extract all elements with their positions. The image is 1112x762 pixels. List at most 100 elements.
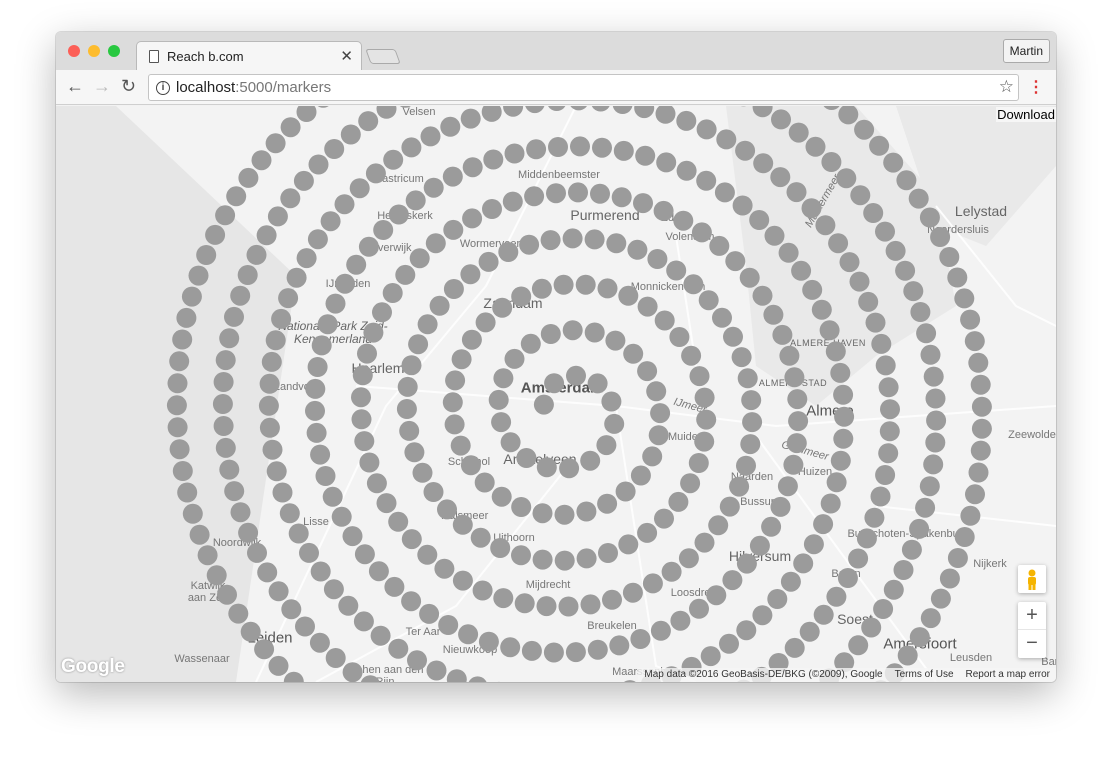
map-marker[interactable] [580, 594, 601, 615]
map-marker[interactable] [562, 320, 583, 341]
map-marker[interactable] [869, 135, 890, 156]
map-marker[interactable] [554, 550, 575, 571]
map-marker[interactable] [602, 589, 622, 610]
map-marker[interactable] [883, 152, 904, 173]
map-marker[interactable] [637, 522, 658, 543]
map-marker[interactable] [562, 228, 583, 249]
map-marker[interactable] [568, 182, 588, 203]
map-marker[interactable] [359, 452, 380, 473]
map-marker[interactable] [256, 225, 277, 246]
map-marker[interactable] [247, 542, 267, 563]
map-marker[interactable] [278, 288, 299, 309]
map-marker[interactable] [680, 473, 701, 494]
map-marker[interactable] [197, 545, 218, 566]
map-marker[interactable] [700, 646, 721, 667]
map-marker[interactable] [265, 330, 286, 351]
map-marker[interactable] [288, 523, 309, 544]
map-marker[interactable] [237, 265, 258, 285]
map-marker[interactable] [217, 584, 237, 605]
map-marker[interactable] [224, 306, 244, 327]
map-marker[interactable] [213, 372, 234, 392]
map-marker[interactable] [446, 669, 467, 682]
map-marker[interactable] [246, 244, 267, 265]
map-marker[interactable] [540, 230, 561, 251]
map-marker[interactable] [323, 579, 344, 600]
map-marker[interactable] [363, 322, 384, 343]
map-marker[interactable] [694, 387, 715, 408]
map-marker[interactable] [293, 170, 314, 191]
map-marker[interactable] [405, 190, 426, 211]
map-marker[interactable] [309, 632, 330, 653]
map-marker[interactable] [689, 366, 710, 387]
map-marker[interactable] [532, 503, 553, 524]
map-marker[interactable] [296, 248, 317, 269]
map-marker[interactable] [919, 476, 940, 497]
map-marker[interactable] [483, 149, 504, 170]
map-marker[interactable] [434, 558, 455, 579]
map-marker[interactable] [925, 432, 946, 453]
map-marker[interactable] [169, 439, 190, 460]
map-marker[interactable] [661, 561, 682, 582]
map-marker[interactable] [883, 579, 904, 600]
map-marker[interactable] [656, 152, 677, 173]
map-marker[interactable] [879, 421, 900, 442]
map-marker[interactable] [598, 543, 618, 563]
map-marker[interactable] [826, 586, 847, 607]
map-marker[interactable] [492, 297, 513, 318]
map-marker[interactable] [357, 343, 377, 364]
map-marker[interactable] [741, 390, 762, 411]
map-marker[interactable] [803, 534, 824, 555]
map-marker[interactable] [731, 347, 752, 368]
map-marker[interactable] [825, 341, 846, 362]
map-marker[interactable] [206, 565, 227, 586]
map-marker[interactable] [417, 544, 438, 565]
map-marker[interactable] [376, 493, 397, 514]
map-marker[interactable] [653, 200, 674, 221]
map-marker[interactable] [372, 302, 392, 323]
map-marker[interactable] [286, 267, 307, 288]
map-marker[interactable] [259, 373, 280, 394]
map-marker[interactable] [417, 314, 438, 335]
map-marker[interactable] [353, 611, 374, 632]
map-marker[interactable] [437, 499, 457, 520]
map-marker[interactable] [833, 384, 854, 405]
map-marker[interactable] [498, 242, 519, 262]
map-marker[interactable] [960, 309, 981, 330]
map-marker[interactable] [925, 388, 946, 409]
map-marker[interactable] [783, 454, 804, 475]
map-marker[interactable] [188, 265, 209, 286]
map-marker[interactable] [770, 167, 791, 188]
map-marker[interactable] [388, 204, 409, 225]
map-marker[interactable] [442, 166, 463, 187]
map-marker[interactable] [358, 236, 379, 257]
map-marker[interactable] [481, 106, 502, 122]
map-marker[interactable] [366, 473, 387, 494]
map-marker[interactable] [219, 459, 240, 480]
map-marker[interactable] [646, 381, 667, 402]
map-marker[interactable] [654, 508, 674, 529]
map-marker[interactable] [916, 323, 937, 344]
map-marker[interactable] [871, 333, 892, 354]
google-logo[interactable]: Google [61, 656, 125, 678]
map-marker[interactable] [470, 527, 491, 548]
map-marker[interactable] [612, 106, 633, 114]
map-marker[interactable] [780, 571, 801, 592]
map-marker[interactable] [681, 345, 702, 366]
map-marker[interactable] [460, 264, 481, 285]
map-marker[interactable] [262, 439, 283, 460]
map-marker[interactable] [354, 544, 375, 565]
map-marker[interactable] [265, 133, 286, 154]
map-marker[interactable] [930, 227, 951, 247]
map-marker[interactable] [251, 150, 272, 171]
map-marker[interactable] [696, 170, 717, 191]
map-marker[interactable] [802, 279, 823, 300]
map-marker[interactable] [525, 106, 545, 114]
map-marker[interactable] [271, 308, 292, 329]
map-marker[interactable] [351, 409, 372, 430]
map-marker[interactable] [954, 527, 975, 547]
map-marker[interactable] [903, 281, 924, 302]
map-marker[interactable] [920, 608, 941, 629]
map-marker[interactable] [605, 330, 626, 351]
map-marker[interactable] [176, 307, 197, 328]
map-marker[interactable] [719, 496, 740, 517]
